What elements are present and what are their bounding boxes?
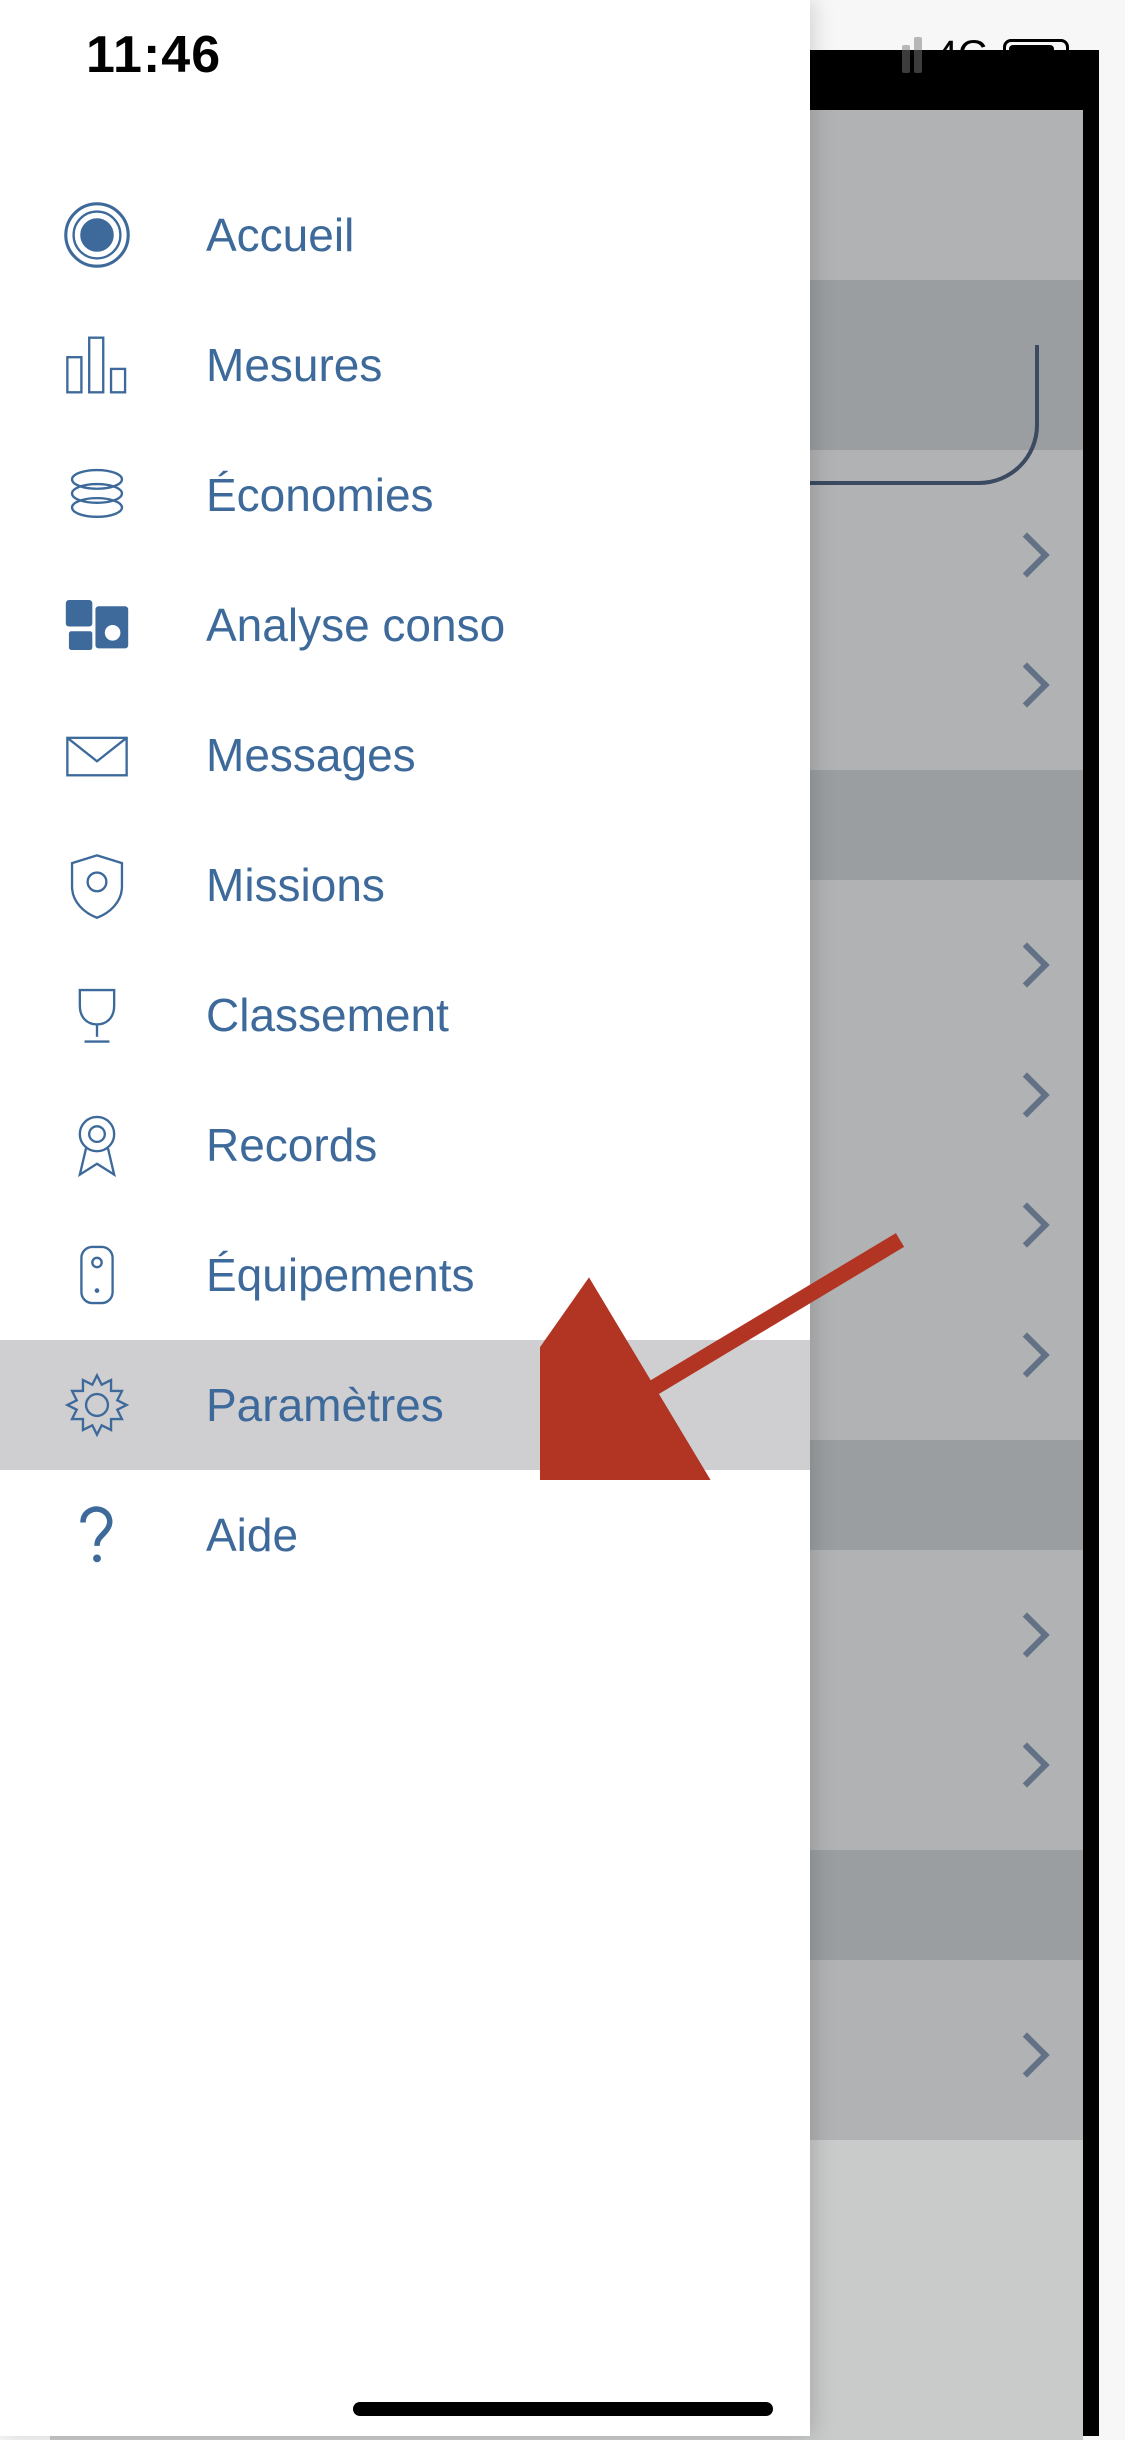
status-time: 11:46 (86, 25, 221, 85)
menu-item-label: Classement (206, 988, 449, 1042)
menu-item-label: Paramètres (206, 1378, 444, 1432)
menu-item-home[interactable]: Accueil (0, 170, 810, 300)
menu-item-equipment[interactable]: Équipements (0, 1210, 810, 1340)
menu-item-label: Records (206, 1118, 377, 1172)
chevron-right-icon (1004, 1612, 1049, 1657)
signal-icon (878, 37, 922, 73)
menu-item-measures[interactable]: Mesures (0, 300, 810, 430)
chevron-right-icon (1004, 1202, 1049, 1247)
network-label: 4G (936, 33, 989, 78)
menu-item-label: Messages (206, 728, 416, 782)
menu-item-label: Analyse conso (206, 598, 505, 652)
status-right: 4G (878, 33, 1069, 78)
navigation-drawer: Accueil Mesures Économies A (0, 0, 810, 2436)
chevron-right-icon (1004, 942, 1049, 987)
question-icon (58, 1496, 136, 1574)
target-icon (58, 196, 136, 274)
chevron-right-icon (1004, 662, 1049, 707)
battery-icon (1003, 39, 1069, 71)
underlay-card-corner (809, 345, 1039, 485)
device-icon (58, 1236, 136, 1314)
menu-item-label: Mesures (206, 338, 382, 392)
trophy-icon (58, 976, 136, 1054)
menu-item-label: Aide (206, 1508, 298, 1562)
chevron-right-icon (1004, 1332, 1049, 1377)
menu-item-messages[interactable]: Messages (0, 690, 810, 820)
menu-item-label: Missions (206, 858, 385, 912)
chevron-right-icon (1004, 532, 1049, 577)
menu-item-label: Économies (206, 468, 434, 522)
ribbon-icon (58, 1106, 136, 1184)
shield-icon (58, 846, 136, 924)
chevron-right-icon (1004, 1742, 1049, 1787)
chevron-right-icon (1004, 1072, 1049, 1117)
menu-item-label: Équipements (206, 1248, 475, 1302)
menu-item-ranking[interactable]: Classement (0, 950, 810, 1080)
appliances-icon (58, 586, 136, 664)
gear-icon (58, 1366, 136, 1444)
menu-item-settings[interactable]: Paramètres (0, 1340, 810, 1470)
menu-item-label: Accueil (206, 208, 354, 262)
envelope-icon (58, 716, 136, 794)
menu-item-records[interactable]: Records (0, 1080, 810, 1210)
home-indicator[interactable] (353, 2402, 773, 2416)
chevron-right-icon (1004, 2032, 1049, 2077)
menu-list: Accueil Mesures Économies A (0, 0, 810, 1600)
screen-edge (1083, 50, 1099, 2436)
menu-item-savings[interactable]: Économies (0, 430, 810, 560)
menu-item-analysis[interactable]: Analyse conso (0, 560, 810, 690)
status-bar: 11:46 4G (0, 0, 1125, 110)
coins-icon (58, 456, 136, 534)
menu-item-missions[interactable]: Missions (0, 820, 810, 950)
menu-item-help[interactable]: Aide (0, 1470, 810, 1600)
bars-icon (58, 326, 136, 404)
